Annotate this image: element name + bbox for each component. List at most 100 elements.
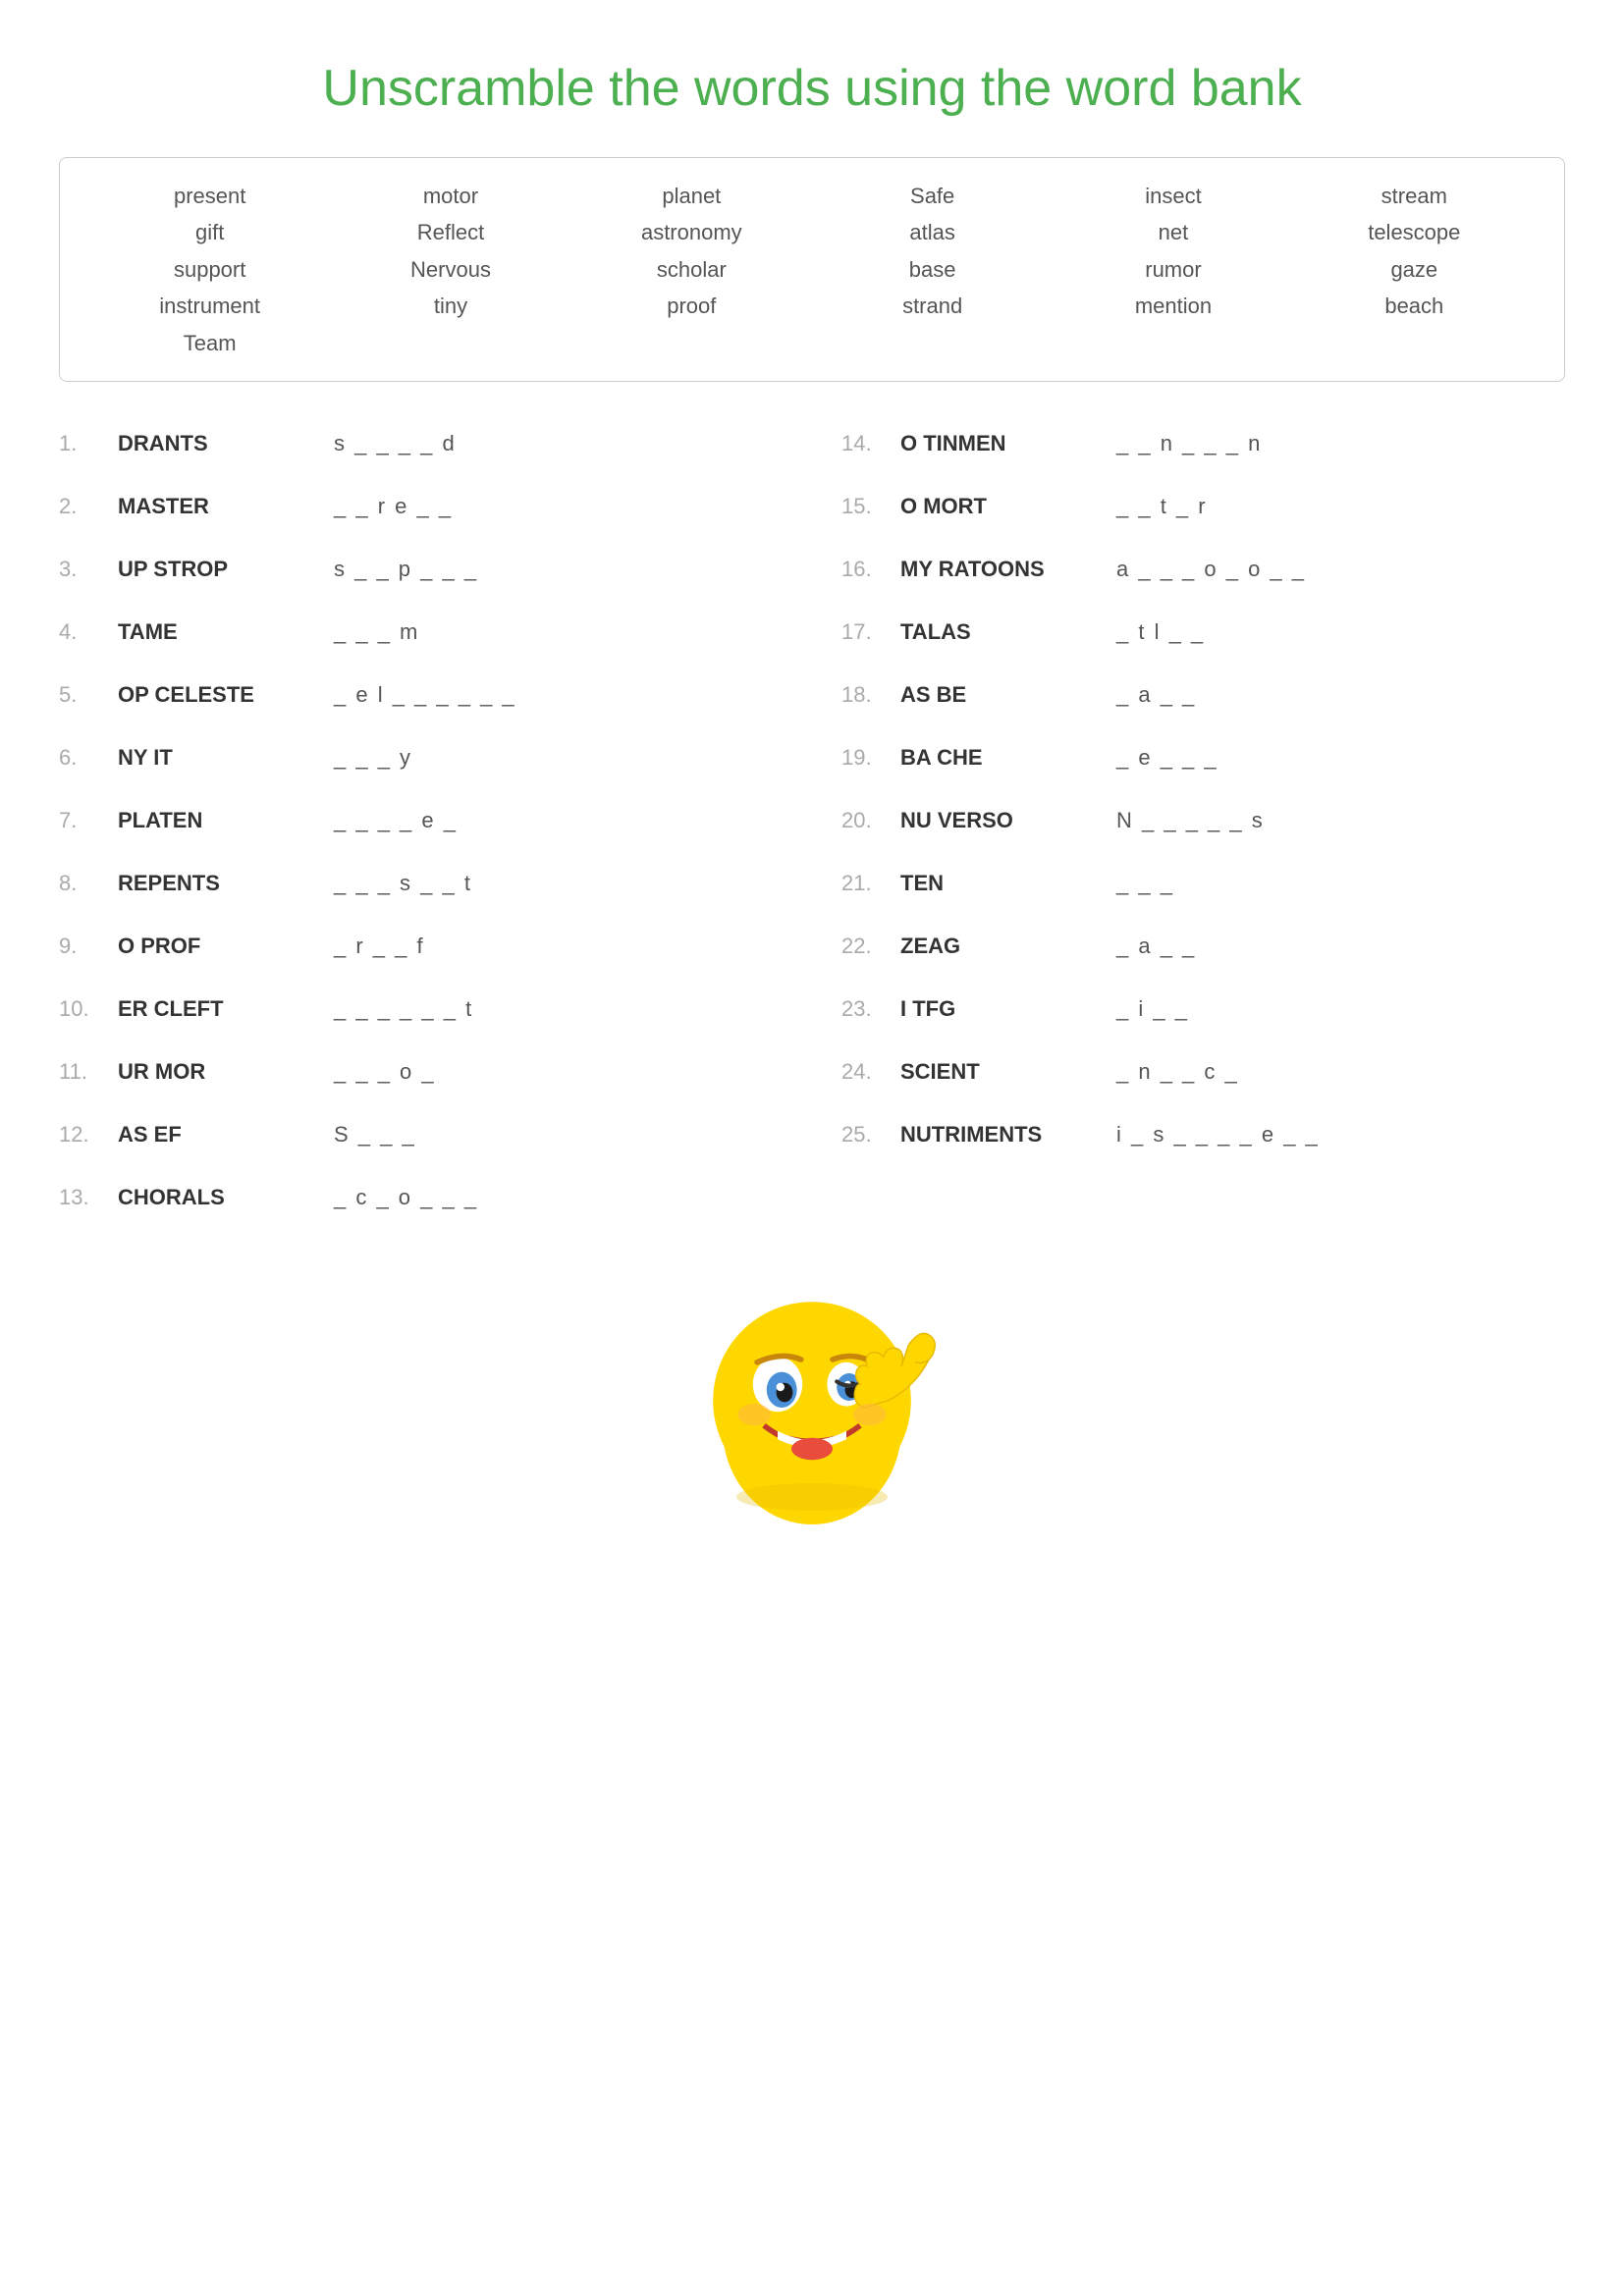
question-hint: _ e _ _ _: [1116, 745, 1218, 771]
question-item: 1.DRANTSs _ _ _ _ d: [59, 431, 783, 456]
word-bank-col-0: presentgiftsupportinstrumentTeam: [89, 178, 330, 361]
word-bank-word: planet: [662, 178, 721, 214]
questions-left-col: 1.DRANTSs _ _ _ _ d 2.MASTER_ _ r e _ _ 3.…: [59, 431, 783, 1248]
word-bank-word: base: [909, 251, 956, 288]
word-bank-word: Safe: [910, 178, 954, 214]
question-number: 13.: [59, 1185, 118, 1210]
question-item: 18.AS BE_ a _ _: [841, 682, 1565, 708]
question-number: 21.: [841, 871, 900, 896]
question-item: 16.MY RATOONSa _ _ _ o _ o _ _: [841, 557, 1565, 582]
word-bank-word: Nervous: [410, 251, 491, 288]
question-scrambled: NY IT: [118, 745, 334, 771]
question-hint: s _ _ _ _ d: [334, 431, 457, 456]
question-item: 22.ZEAG_ a _ _: [841, 934, 1565, 959]
question-scrambled: O PROF: [118, 934, 334, 959]
word-bank-word: beach: [1384, 288, 1443, 324]
question-number: 25.: [841, 1122, 900, 1148]
question-scrambled: O TINMEN: [900, 431, 1116, 456]
question-item: 13.CHORALS_ c _ o _ _ _: [59, 1185, 783, 1210]
question-hint: _ _ n _ _ _ n: [1116, 431, 1262, 456]
question-scrambled: TALAS: [900, 619, 1116, 645]
question-number: 14.: [841, 431, 900, 456]
word-bank-word: motor: [423, 178, 478, 214]
questions-right-col: 14.O TINMEN_ _ n _ _ _ n 15.O MORT_ _ t _…: [841, 431, 1565, 1248]
word-bank-word: Reflect: [417, 214, 484, 250]
question-number: 12.: [59, 1122, 118, 1148]
question-scrambled: NUTRIMENTS: [900, 1122, 1116, 1148]
question-number: 23.: [841, 996, 900, 1022]
question-hint: N _ _ _ _ _ s: [1116, 808, 1265, 833]
word-bank-word: strand: [902, 288, 962, 324]
word-bank-word: present: [174, 178, 245, 214]
question-number: 7.: [59, 808, 118, 833]
question-item: 2.MASTER_ _ r e _ _: [59, 494, 783, 519]
page-title: Unscramble the words using the word bank: [59, 39, 1565, 118]
word-bank-word: Team: [184, 325, 237, 361]
question-hint: i _ s _ _ _ _ e _ _: [1116, 1122, 1320, 1148]
word-bank-word: astronomy: [641, 214, 742, 250]
word-bank-word: mention: [1135, 288, 1212, 324]
word-bank-col-2: planetastronomyscholarproof: [571, 178, 812, 361]
question-scrambled: BA CHE: [900, 745, 1116, 771]
question-hint: a _ _ _ o _ o _ _: [1116, 557, 1306, 582]
question-item: 11.UR MOR_ _ _ o _: [59, 1059, 783, 1085]
question-hint: _ _ _ s _ _ t: [334, 871, 472, 896]
question-number: 2.: [59, 494, 118, 519]
question-item: 15.O MORT_ _ t _ r: [841, 494, 1565, 519]
question-scrambled: MY RATOONS: [900, 557, 1116, 582]
question-hint: _ i _ _: [1116, 996, 1189, 1022]
question-hint: _ _ _ m: [334, 619, 419, 645]
question-scrambled: UP STROP: [118, 557, 334, 582]
question-scrambled: AS BE: [900, 682, 1116, 708]
question-hint: S _ _ _: [334, 1122, 416, 1148]
word-bank-word: net: [1159, 214, 1189, 250]
question-scrambled: TEN: [900, 871, 1116, 896]
question-item: 20.NU VERSON _ _ _ _ _ s: [841, 808, 1565, 833]
question-item: 7.PLATEN_ _ _ _ e _: [59, 808, 783, 833]
question-hint: s _ _ p _ _ _: [334, 557, 478, 582]
question-scrambled: O MORT: [900, 494, 1116, 519]
question-item: 21.TEN_ _ _: [841, 871, 1565, 896]
question-hint: _ _ _ o _: [334, 1059, 436, 1085]
question-item: 23.I TFG_ i _ _: [841, 996, 1565, 1022]
question-number: 10.: [59, 996, 118, 1022]
word-bank: presentgiftsupportinstrumentTeammotorRef…: [59, 157, 1565, 382]
word-bank-word: gift: [195, 214, 224, 250]
question-hint: _ _ _ _ e _: [334, 808, 458, 833]
questions-area: 1.DRANTSs _ _ _ _ d 2.MASTER_ _ r e _ _ 3.…: [59, 431, 1565, 1248]
question-hint: _ c _ o _ _ _: [334, 1185, 478, 1210]
question-item: 14.O TINMEN_ _ n _ _ _ n: [841, 431, 1565, 456]
question-hint: _ e l _ _ _ _ _ _: [334, 682, 516, 708]
question-number: 17.: [841, 619, 900, 645]
question-scrambled: ZEAG: [900, 934, 1116, 959]
question-item: 12.AS EFS _ _ _: [59, 1122, 783, 1148]
word-bank-col-3: Safeatlasbasestrand: [812, 178, 1053, 361]
question-item: 5.OP CELESTE_ e l _ _ _ _ _ _: [59, 682, 783, 708]
question-number: 16.: [841, 557, 900, 582]
word-bank-col-1: motorReflectNervoustiny: [330, 178, 570, 361]
question-scrambled: ER CLEFT: [118, 996, 334, 1022]
question-hint: _ _ _ _ _ _ t: [334, 996, 473, 1022]
question-hint: _ n _ _ c _: [1116, 1059, 1239, 1085]
question-item: 8.REPENTS_ _ _ s _ _ t: [59, 871, 783, 896]
question-number: 3.: [59, 557, 118, 582]
question-number: 6.: [59, 745, 118, 771]
question-hint: _ r _ _ f: [334, 934, 425, 959]
question-hint: _ a _ _: [1116, 682, 1196, 708]
question-scrambled: AS EF: [118, 1122, 334, 1148]
word-bank-word: instrument: [159, 288, 260, 324]
question-item: 25.NUTRIMENTSi _ s _ _ _ _ e _ _: [841, 1122, 1565, 1148]
question-number: 11.: [59, 1059, 118, 1085]
question-scrambled: OP CELESTE: [118, 682, 334, 708]
question-scrambled: UR MOR: [118, 1059, 334, 1085]
question-item: 24.SCIENT_ n _ _ c _: [841, 1059, 1565, 1085]
question-hint: _ t l _ _: [1116, 619, 1205, 645]
word-bank-word: scholar: [657, 251, 727, 288]
question-number: 22.: [841, 934, 900, 959]
question-scrambled: SCIENT: [900, 1059, 1116, 1085]
question-number: 19.: [841, 745, 900, 771]
word-bank-word: gaze: [1390, 251, 1437, 288]
word-bank-word: support: [174, 251, 245, 288]
question-number: 15.: [841, 494, 900, 519]
emoji-icon: [675, 1277, 949, 1552]
